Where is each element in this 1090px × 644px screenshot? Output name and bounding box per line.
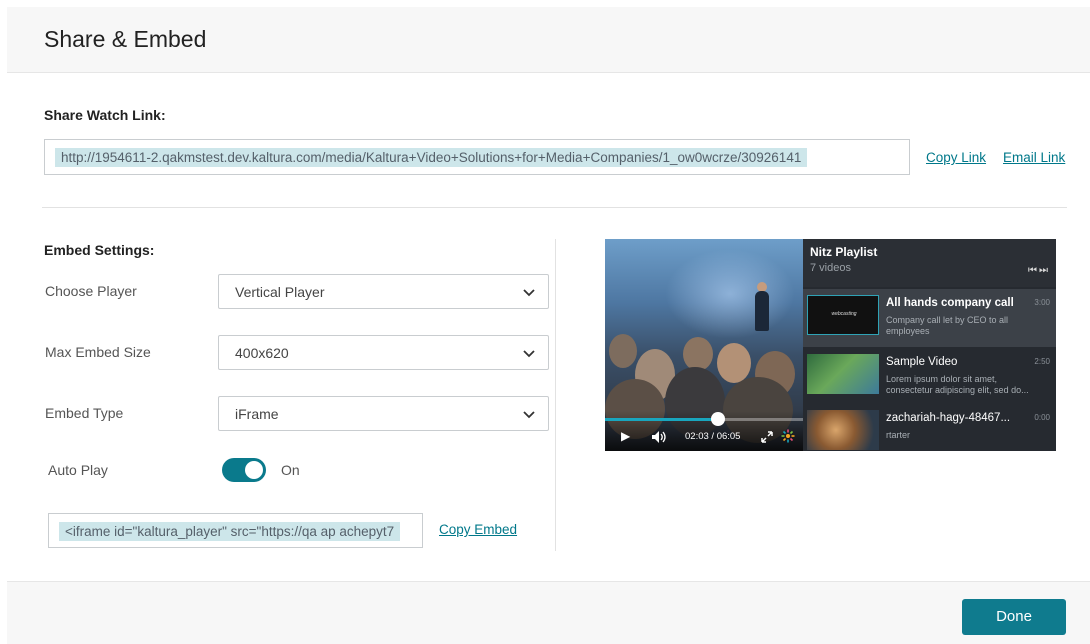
share-watch-link-label: Share Watch Link:	[44, 107, 166, 123]
chevron-down-icon	[523, 289, 535, 297]
toggle-knob	[245, 461, 263, 479]
copy-embed-button[interactable]: Copy Embed	[439, 522, 517, 537]
section-divider	[42, 207, 1067, 208]
copy-link-button[interactable]: Copy Link	[926, 150, 986, 165]
audience-member	[717, 343, 751, 383]
auto-play-label: Auto Play	[48, 462, 108, 478]
video-thumbnail: webcasting	[807, 295, 879, 335]
playlist-item[interactable]: webcasting All hands company call Compan…	[803, 289, 1056, 347]
progress-fill	[605, 418, 718, 421]
audience-member	[683, 337, 713, 371]
video-area[interactable]: ▶ 02:03 / 06:05	[605, 239, 803, 451]
dialog-header: Share & Embed	[7, 7, 1090, 73]
auto-play-toggle[interactable]	[222, 458, 266, 482]
previous-icon[interactable]: ⏮	[1028, 265, 1039, 276]
volume-icon[interactable]	[651, 430, 667, 444]
fullscreen-icon[interactable]	[760, 430, 774, 444]
playlist-item-title: zachariah-hagy-48467...	[886, 412, 1011, 424]
playlist-item-title: All hands company call	[886, 297, 1014, 309]
playlist-nav: ⏮⏭	[1028, 265, 1050, 276]
dialog-footer	[7, 581, 1090, 644]
vertical-divider	[555, 239, 556, 551]
kaltura-logo-icon[interactable]	[781, 429, 795, 443]
done-button[interactable]: Done	[962, 599, 1066, 635]
dialog-title: Share & Embed	[44, 26, 207, 52]
playlist-item[interactable]: zachariah-hagy-48467... rtarter 0:00	[803, 404, 1056, 451]
embed-type-select[interactable]: iFrame	[218, 396, 549, 431]
video-thumbnail	[807, 354, 879, 394]
email-link-button[interactable]: Email Link	[1003, 150, 1065, 165]
max-embed-size-label: Max Embed Size	[45, 344, 151, 360]
choose-player-label: Choose Player	[45, 283, 137, 299]
auto-play-state: On	[281, 462, 300, 478]
playlist-panel: Nitz Playlist 7 videos ⏮⏭ webcasting All…	[803, 239, 1056, 451]
embed-code-text[interactable]: <iframe id="kaltura_player" src="https:/…	[59, 522, 401, 541]
time-display: 02:03 / 06:05	[685, 431, 741, 442]
embed-settings-label: Embed Settings:	[44, 242, 155, 258]
playlist-item-duration: 2:50	[1034, 357, 1050, 366]
play-icon[interactable]: ▶	[621, 430, 630, 442]
playlist-item-duration: 0:00	[1034, 413, 1050, 422]
choose-player-value: Vertical Player	[235, 284, 325, 300]
chevron-down-icon	[523, 411, 535, 419]
max-embed-size-value: 400x620	[235, 345, 289, 361]
thumbnail-label: webcasting	[831, 311, 857, 317]
playlist-count: 7 videos	[810, 262, 851, 274]
playlist-item[interactable]: Sample Video Lorem ipsum dolor sit amet,…	[803, 348, 1056, 406]
embed-type-label: Embed Type	[45, 405, 124, 421]
playlist-item-duration: 3:00	[1034, 298, 1050, 307]
playlist-header: Nitz Playlist 7 videos ⏮⏭	[803, 239, 1056, 287]
playlist-item-description: Company call let by CEO to all employees	[886, 315, 1009, 336]
embed-type-value: iFrame	[235, 406, 279, 422]
playlist-item-description: rtarter	[886, 430, 911, 440]
choose-player-select[interactable]: Vertical Player	[218, 274, 549, 309]
playlist-item-description: Lorem ipsum dolor sit amet, consectetur …	[886, 374, 1029, 395]
presenter-body	[755, 291, 769, 331]
player-preview[interactable]: ▶ 02:03 / 06:05 Nitz Playlist 7 videos ⏮…	[605, 239, 1056, 451]
next-icon[interactable]: ⏭	[1039, 265, 1050, 276]
playlist-title: Nitz Playlist	[810, 245, 878, 259]
max-embed-size-select[interactable]: 400x620	[218, 335, 549, 370]
share-link-url[interactable]: http://1954611-2.qakmstest.dev.kaltura.c…	[55, 148, 808, 167]
audience-member	[609, 334, 637, 368]
share-link-field[interactable]: http://1954611-2.qakmstest.dev.kaltura.c…	[44, 139, 910, 175]
video-thumbnail	[807, 410, 879, 450]
progress-bar[interactable]	[605, 418, 803, 421]
chevron-down-icon	[523, 350, 535, 358]
playlist-item-title: Sample Video	[886, 356, 958, 368]
scrubber-handle[interactable]	[710, 412, 725, 426]
embed-code-field[interactable]: <iframe id="kaltura_player" src="https:/…	[48, 513, 423, 548]
stage-light	[665, 249, 795, 339]
